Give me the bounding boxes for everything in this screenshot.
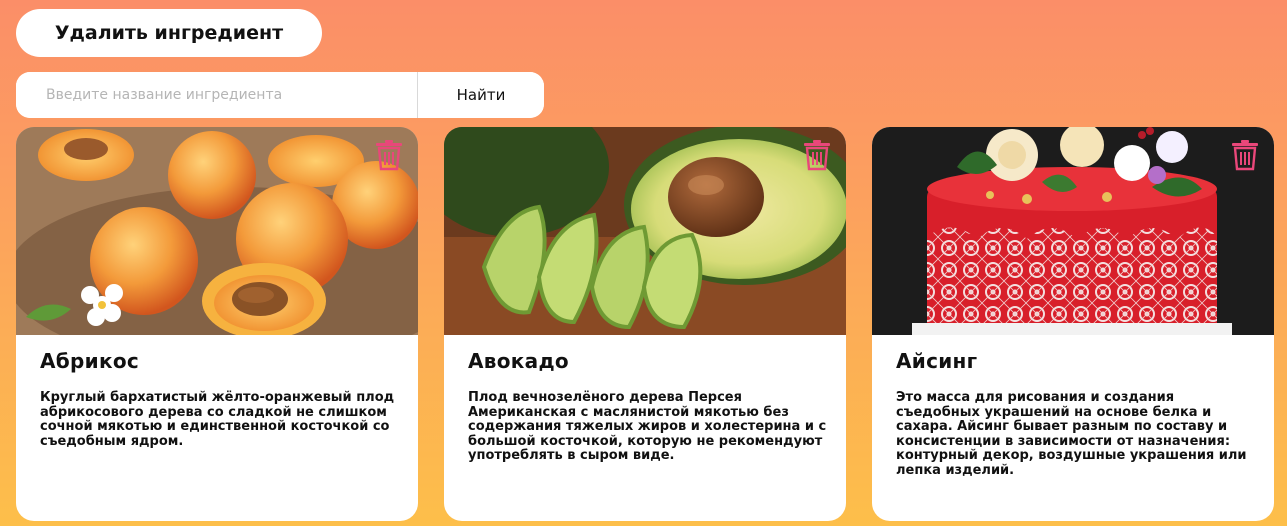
card-title: Абрикос (40, 349, 140, 373)
ingredient-card-icing: Айсинг Это масса для рисования и создани… (872, 127, 1274, 521)
ingredient-cards: Абрикос Круглый бархатистый жёлто-оранже… (16, 127, 1274, 521)
ingredient-card-apricot: Абрикос Круглый бархатистый жёлто-оранже… (16, 127, 418, 521)
trash-icon[interactable] (374, 139, 404, 171)
card-description: Круглый бархатистый жёлто-оранжевый плод… (40, 390, 395, 449)
search-input[interactable] (16, 72, 418, 118)
card-description: Плод вечнозелёного дерева Персея Америка… (468, 390, 827, 463)
avocado-photo (444, 127, 846, 335)
card-description: Это масса для рисования и создания съедо… (896, 390, 1247, 478)
search-button[interactable]: Найти (418, 72, 544, 118)
ingredient-card-avocado: Авокадо Плод вечнозелёного дерева Персея… (444, 127, 846, 521)
card-title: Айсинг (896, 349, 978, 373)
search-bar: Найти (16, 72, 544, 118)
icing-cake-photo (872, 127, 1274, 335)
apricots-photo (16, 127, 418, 335)
card-title: Авокадо (468, 349, 569, 373)
delete-ingredient-title-button[interactable]: Удалить ингредиент (16, 9, 322, 57)
trash-icon[interactable] (802, 139, 832, 171)
trash-icon[interactable] (1230, 139, 1260, 171)
